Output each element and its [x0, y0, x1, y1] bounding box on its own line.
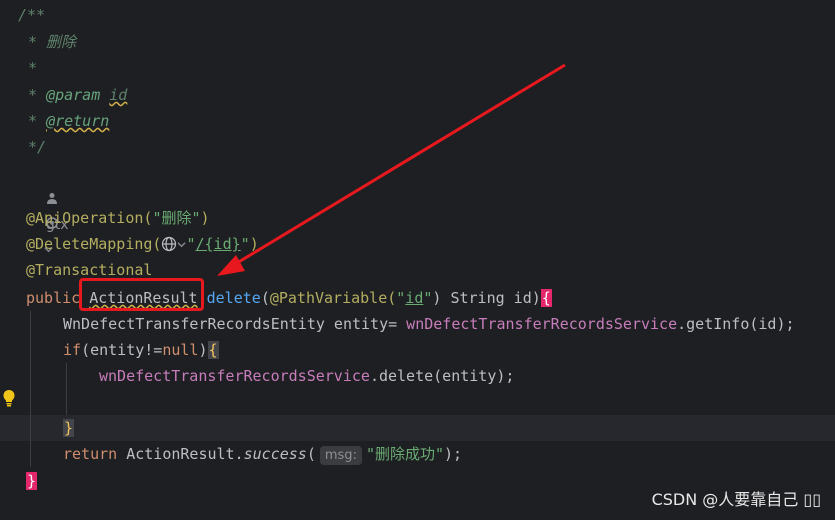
arrow-annotation: [217, 63, 566, 276]
watermark: CSDN @人要靠自己 ▯▯: [651, 490, 821, 509]
